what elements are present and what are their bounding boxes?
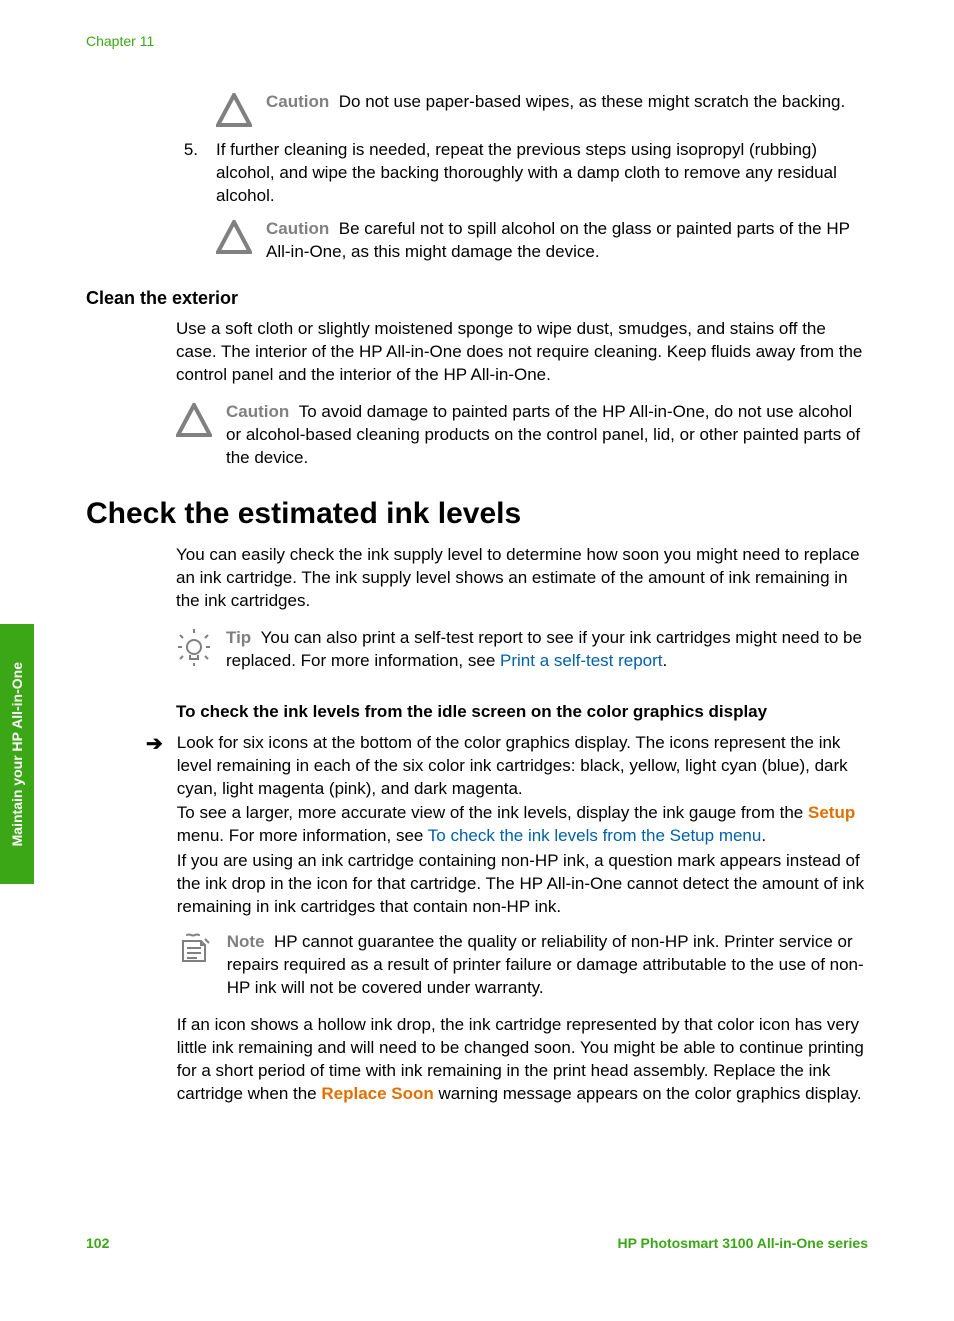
step-5-text: If further cleaning is needed, repeat th… [216, 139, 868, 208]
tip-box: Tip You can also print a self-test repor… [176, 627, 868, 673]
page-body: Chapter 11 Caution Do not use paper-base… [86, 32, 868, 1106]
caution-label: Caution [266, 219, 329, 238]
note-label: Note [227, 932, 265, 951]
arrow-p3: If you are using an ink cartridge contai… [177, 850, 868, 919]
clean-exterior-paragraph: Use a soft cloth or slightly moistened s… [176, 318, 868, 387]
tip-text: Tip You can also print a self-test repor… [226, 627, 868, 673]
caution-3-text: Caution To avoid damage to painted parts… [226, 401, 868, 470]
heading-clean-exterior: Clean the exterior [86, 286, 868, 310]
note-icon [177, 933, 213, 967]
note-text: Note HP cannot guarantee the quality or … [227, 931, 868, 1000]
replace-soon-label: Replace Soon [321, 1084, 433, 1103]
caution-icon [176, 403, 212, 437]
caution-1-text: Caution Do not use paper-based wipes, as… [266, 91, 845, 114]
arrow-step-body: Look for six icons at the bottom of the … [177, 732, 868, 1106]
link-self-test[interactable]: Print a self-test report [500, 651, 663, 670]
caution-label: Caution [226, 402, 289, 421]
page-number: 102 [86, 1234, 109, 1253]
chapter-label: Chapter 11 [86, 32, 868, 51]
subheading-check-ink: To check the ink levels from the idle sc… [176, 701, 868, 724]
tip-label: Tip [226, 628, 251, 647]
side-tab-label: Maintain your HP All-in-One [8, 662, 27, 846]
note-box: Note HP cannot guarantee the quality or … [177, 931, 868, 1000]
link-setup-menu[interactable]: To check the ink levels from the Setup m… [428, 826, 762, 845]
page-footer: 102 HP Photosmart 3100 All-in-One series [86, 1234, 868, 1253]
arrow-p1: Look for six icons at the bottom of the … [177, 732, 868, 801]
caution-2-text: Caution Be careful not to spill alcohol … [266, 218, 868, 264]
caution-label: Caution [266, 92, 329, 111]
step-number: 5. [178, 139, 198, 162]
caution-box-3: Caution To avoid damage to painted parts… [176, 401, 868, 470]
caution-box-2: Caution Be careful not to spill alcohol … [216, 218, 868, 264]
caution-box-1: Caution Do not use paper-based wipes, as… [216, 91, 868, 127]
side-tab: Maintain your HP All-in-One [0, 624, 34, 884]
arrow-step: ➔ Look for six icons at the bottom of th… [176, 732, 868, 1106]
footer-product: HP Photosmart 3100 All-in-One series [617, 1234, 868, 1253]
lightbulb-icon [176, 627, 212, 667]
heading-check-ink: Check the estimated ink levels [86, 494, 868, 535]
check-ink-paragraph: You can easily check the ink supply leve… [176, 544, 868, 613]
caution-icon [216, 220, 252, 254]
arrow-icon: ➔ [146, 734, 163, 754]
setup-label: Setup [808, 803, 855, 822]
arrow-p2: To see a larger, more accurate view of t… [177, 802, 868, 848]
arrow-p4: If an icon shows a hollow ink drop, the … [177, 1014, 868, 1106]
caution-icon [216, 93, 252, 127]
step-5: 5. If further cleaning is needed, repeat… [216, 139, 868, 208]
